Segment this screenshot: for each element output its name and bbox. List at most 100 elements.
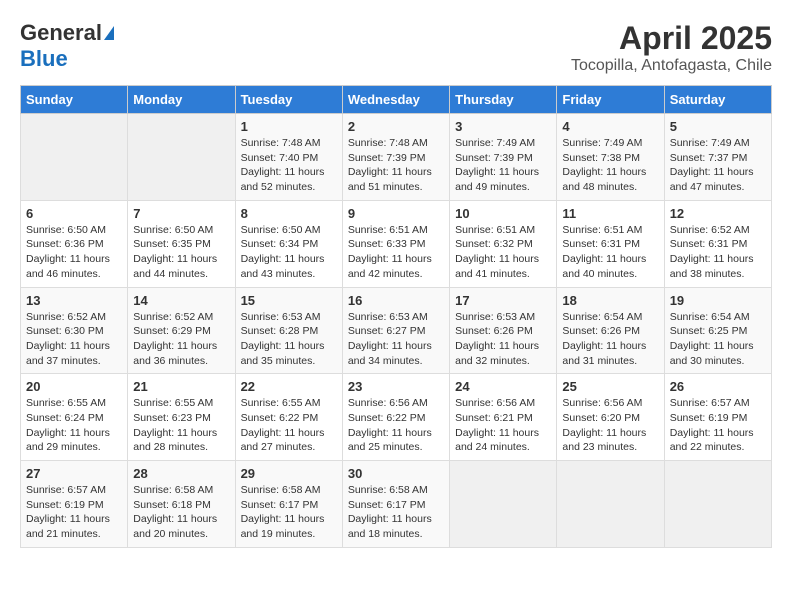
- calendar-cell: 6 Sunrise: 6:50 AM Sunset: 6:36 PM Daylig…: [21, 200, 128, 287]
- calendar-cell: 14 Sunrise: 6:52 AM Sunset: 6:29 PM Dayli…: [128, 287, 235, 374]
- calendar-cell: 4 Sunrise: 7:49 AM Sunset: 7:38 PM Daylig…: [557, 114, 664, 201]
- calendar-cell: 9 Sunrise: 6:51 AM Sunset: 6:33 PM Daylig…: [342, 200, 449, 287]
- calendar-header-row: SundayMondayTuesdayWednesdayThursdayFrid…: [21, 86, 772, 114]
- calendar-cell: 27Sunrise: 6:57 AM Sunset: 6:19 PM Dayli…: [21, 461, 128, 548]
- calendar-cell: [664, 461, 771, 548]
- day-number: 4: [562, 119, 658, 134]
- day-number: 14: [133, 293, 229, 308]
- month-title: April 2025: [571, 20, 772, 57]
- calendar-cell: 19Sunrise: 6:54 AM Sunset: 6:25 PM Dayli…: [664, 287, 771, 374]
- calendar-cell: 28 Sunrise: 6:58 AM Sunset: 6:18 PM Dayli…: [128, 461, 235, 548]
- day-number: 12: [670, 206, 766, 221]
- calendar-cell: 17 Sunrise: 6:53 AM Sunset: 6:26 PM Dayli…: [450, 287, 557, 374]
- day-info: Sunrise: 6:53 AM Sunset: 6:28 PM Dayligh…: [241, 310, 337, 369]
- day-info: Sunrise: 6:56 AM Sunset: 6:20 PM Dayligh…: [562, 396, 658, 455]
- day-number: 18: [562, 293, 658, 308]
- day-number: 28: [133, 466, 229, 481]
- calendar-cell: 8 Sunrise: 6:50 AM Sunset: 6:34 PM Daylig…: [235, 200, 342, 287]
- day-number: 6: [26, 206, 122, 221]
- day-info: Sunrise: 6:57 AM Sunset: 6:19 PM Dayligh…: [670, 396, 766, 455]
- day-info: Sunrise: 7:49 AM Sunset: 7:37 PM Dayligh…: [670, 136, 766, 195]
- calendar-cell: 13Sunrise: 6:52 AM Sunset: 6:30 PM Dayli…: [21, 287, 128, 374]
- calendar-cell: [450, 461, 557, 548]
- calendar-table: SundayMondayTuesdayWednesdayThursdayFrid…: [20, 85, 772, 548]
- day-number: 9: [348, 206, 444, 221]
- day-number: 1: [241, 119, 337, 134]
- day-info: Sunrise: 6:58 AM Sunset: 6:17 PM Dayligh…: [348, 483, 444, 542]
- day-number: 16: [348, 293, 444, 308]
- calendar-cell: 11 Sunrise: 6:51 AM Sunset: 6:31 PM Dayli…: [557, 200, 664, 287]
- calendar-cell: 12 Sunrise: 6:52 AM Sunset: 6:31 PM Dayli…: [664, 200, 771, 287]
- calendar-cell: 2Sunrise: 7:48 AM Sunset: 7:39 PM Daylig…: [342, 114, 449, 201]
- day-info: Sunrise: 6:51 AM Sunset: 6:32 PM Dayligh…: [455, 223, 551, 282]
- title-area: April 2025 Tocopilla, Antofagasta, Chile: [571, 20, 772, 75]
- day-info: Sunrise: 6:53 AM Sunset: 6:26 PM Dayligh…: [455, 310, 551, 369]
- day-number: 22: [241, 379, 337, 394]
- day-info: Sunrise: 6:56 AM Sunset: 6:22 PM Dayligh…: [348, 396, 444, 455]
- calendar-cell: 5 Sunrise: 7:49 AM Sunset: 7:37 PM Daylig…: [664, 114, 771, 201]
- day-info: Sunrise: 6:50 AM Sunset: 6:36 PM Dayligh…: [26, 223, 122, 282]
- day-number: 21: [133, 379, 229, 394]
- logo-general-text: General: [20, 20, 102, 46]
- header-sunday: Sunday: [21, 86, 128, 114]
- calendar-week-3: 13Sunrise: 6:52 AM Sunset: 6:30 PM Dayli…: [21, 287, 772, 374]
- day-info: Sunrise: 7:49 AM Sunset: 7:38 PM Dayligh…: [562, 136, 658, 195]
- day-info: Sunrise: 6:55 AM Sunset: 6:22 PM Dayligh…: [241, 396, 337, 455]
- calendar-cell: 1 Sunrise: 7:48 AM Sunset: 7:40 PM Daylig…: [235, 114, 342, 201]
- day-number: 20: [26, 379, 122, 394]
- day-info: Sunrise: 6:55 AM Sunset: 6:24 PM Dayligh…: [26, 396, 122, 455]
- day-info: Sunrise: 6:52 AM Sunset: 6:31 PM Dayligh…: [670, 223, 766, 282]
- calendar-cell: [557, 461, 664, 548]
- calendar-cell: 23Sunrise: 6:56 AM Sunset: 6:22 PM Dayli…: [342, 374, 449, 461]
- day-number: 5: [670, 119, 766, 134]
- day-info: Sunrise: 6:51 AM Sunset: 6:33 PM Dayligh…: [348, 223, 444, 282]
- day-number: 13: [26, 293, 122, 308]
- calendar-cell: 7Sunrise: 6:50 AM Sunset: 6:35 PM Daylig…: [128, 200, 235, 287]
- day-info: Sunrise: 7:48 AM Sunset: 7:40 PM Dayligh…: [241, 136, 337, 195]
- logo: General Blue: [20, 20, 114, 72]
- calendar-cell: 3Sunrise: 7:49 AM Sunset: 7:39 PM Daylig…: [450, 114, 557, 201]
- logo-triangle-icon: [104, 26, 114, 40]
- location-title: Tocopilla, Antofagasta, Chile: [571, 57, 772, 75]
- calendar-cell: 30 Sunrise: 6:58 AM Sunset: 6:17 PM Dayli…: [342, 461, 449, 548]
- day-info: Sunrise: 6:58 AM Sunset: 6:18 PM Dayligh…: [133, 483, 229, 542]
- calendar-cell: 22 Sunrise: 6:55 AM Sunset: 6:22 PM Dayli…: [235, 374, 342, 461]
- calendar-week-2: 6 Sunrise: 6:50 AM Sunset: 6:36 PM Daylig…: [21, 200, 772, 287]
- day-info: Sunrise: 6:54 AM Sunset: 6:26 PM Dayligh…: [562, 310, 658, 369]
- calendar-week-1: 1 Sunrise: 7:48 AM Sunset: 7:40 PM Daylig…: [21, 114, 772, 201]
- calendar-cell: 24Sunrise: 6:56 AM Sunset: 6:21 PM Dayli…: [450, 374, 557, 461]
- header-thursday: Thursday: [450, 86, 557, 114]
- day-info: Sunrise: 7:48 AM Sunset: 7:39 PM Dayligh…: [348, 136, 444, 195]
- day-info: Sunrise: 6:53 AM Sunset: 6:27 PM Dayligh…: [348, 310, 444, 369]
- day-number: 29: [241, 466, 337, 481]
- day-info: Sunrise: 6:51 AM Sunset: 6:31 PM Dayligh…: [562, 223, 658, 282]
- day-info: Sunrise: 7:49 AM Sunset: 7:39 PM Dayligh…: [455, 136, 551, 195]
- logo-blue-text: Blue: [20, 46, 68, 72]
- day-number: 10: [455, 206, 551, 221]
- calendar-cell: 20 Sunrise: 6:55 AM Sunset: 6:24 PM Dayli…: [21, 374, 128, 461]
- calendar-cell: 26 Sunrise: 6:57 AM Sunset: 6:19 PM Dayli…: [664, 374, 771, 461]
- day-number: 17: [455, 293, 551, 308]
- day-info: Sunrise: 6:54 AM Sunset: 6:25 PM Dayligh…: [670, 310, 766, 369]
- day-number: 26: [670, 379, 766, 394]
- day-info: Sunrise: 6:58 AM Sunset: 6:17 PM Dayligh…: [241, 483, 337, 542]
- calendar-cell: 21 Sunrise: 6:55 AM Sunset: 6:23 PM Dayli…: [128, 374, 235, 461]
- calendar-cell: [128, 114, 235, 201]
- day-number: 7: [133, 206, 229, 221]
- day-number: 11: [562, 206, 658, 221]
- day-number: 8: [241, 206, 337, 221]
- day-info: Sunrise: 6:55 AM Sunset: 6:23 PM Dayligh…: [133, 396, 229, 455]
- header-wednesday: Wednesday: [342, 86, 449, 114]
- calendar-cell: 25 Sunrise: 6:56 AM Sunset: 6:20 PM Dayli…: [557, 374, 664, 461]
- day-number: 30: [348, 466, 444, 481]
- day-number: 25: [562, 379, 658, 394]
- day-info: Sunrise: 6:56 AM Sunset: 6:21 PM Dayligh…: [455, 396, 551, 455]
- calendar-cell: 15Sunrise: 6:53 AM Sunset: 6:28 PM Dayli…: [235, 287, 342, 374]
- header-tuesday: Tuesday: [235, 86, 342, 114]
- day-info: Sunrise: 6:57 AM Sunset: 6:19 PM Dayligh…: [26, 483, 122, 542]
- page-header: General Blue April 2025 Tocopilla, Antof…: [20, 20, 772, 75]
- calendar-week-5: 27Sunrise: 6:57 AM Sunset: 6:19 PM Dayli…: [21, 461, 772, 548]
- calendar-cell: 29 Sunrise: 6:58 AM Sunset: 6:17 PM Dayli…: [235, 461, 342, 548]
- day-info: Sunrise: 6:52 AM Sunset: 6:29 PM Dayligh…: [133, 310, 229, 369]
- day-info: Sunrise: 6:50 AM Sunset: 6:34 PM Dayligh…: [241, 223, 337, 282]
